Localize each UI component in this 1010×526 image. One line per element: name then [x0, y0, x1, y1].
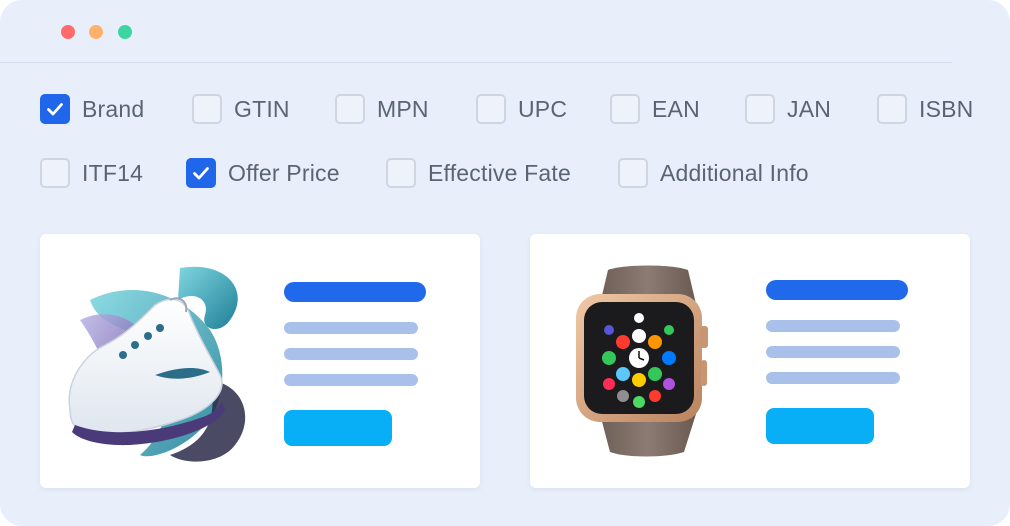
product-text-line	[766, 320, 900, 332]
title-bar	[0, 0, 1010, 63]
product-text-line	[766, 372, 900, 384]
product-text-line	[284, 348, 418, 360]
product-text-line	[284, 374, 418, 386]
product-title-placeholder	[284, 282, 426, 302]
checkbox-box[interactable]	[335, 94, 365, 124]
checkbox-box[interactable]	[610, 94, 640, 124]
filter-offer-price[interactable]: Offer Price	[186, 158, 340, 188]
smartwatch-image	[574, 264, 714, 463]
product-text-line	[284, 322, 418, 334]
sneaker-image	[60, 260, 260, 475]
checkbox-box[interactable]	[745, 94, 775, 124]
filter-itf14[interactable]: ITF14	[40, 158, 143, 188]
checkbox-box[interactable]	[40, 94, 70, 124]
product-action-button[interactable]	[766, 408, 874, 444]
filter-label: ITF14	[82, 159, 144, 186]
checkbox-box[interactable]	[40, 158, 70, 188]
filter-label: Additional Info	[660, 159, 809, 186]
product-action-button[interactable]	[284, 410, 392, 446]
filter-gtin[interactable]: GTIN	[192, 94, 290, 124]
checkbox-box[interactable]	[186, 158, 216, 188]
filter-upc[interactable]: UPC	[476, 94, 567, 124]
checkbox-box[interactable]	[476, 94, 506, 124]
filter-label: MPN	[377, 95, 429, 122]
filter-mpn[interactable]: MPN	[335, 94, 429, 124]
title-divider	[0, 62, 952, 63]
filter-label: Effective Fate	[428, 159, 572, 186]
filter-label: UPC	[518, 95, 568, 122]
filter-brand[interactable]: Brand	[40, 94, 144, 124]
product-text-line	[766, 346, 900, 358]
checkmark-icon	[193, 167, 209, 180]
app-window: Brand GTIN MPN UPC EAN JAN ISBN ITF14 Of…	[0, 0, 1010, 526]
checkbox-box[interactable]	[386, 158, 416, 188]
filter-ean[interactable]: EAN	[610, 94, 700, 124]
filter-label: EAN	[652, 95, 700, 122]
checkbox-box[interactable]	[877, 94, 907, 124]
filter-additional-info[interactable]: Additional Info	[618, 158, 809, 188]
filter-label: Brand	[82, 95, 145, 122]
product-card	[530, 234, 970, 488]
maximize-window-button[interactable]	[118, 25, 132, 39]
minimize-window-button[interactable]	[89, 25, 103, 39]
checkbox-box[interactable]	[192, 94, 222, 124]
filter-label: GTIN	[234, 95, 290, 122]
checkmark-icon	[47, 103, 63, 116]
filter-jan[interactable]: JAN	[745, 94, 831, 124]
product-title-placeholder	[766, 280, 908, 300]
filter-label: JAN	[787, 95, 832, 122]
close-window-button[interactable]	[61, 25, 75, 39]
product-card	[40, 234, 480, 488]
filter-label: Offer Price	[228, 159, 340, 186]
filter-effective-fate[interactable]: Effective Fate	[386, 158, 571, 188]
filter-label: ISBN	[919, 95, 974, 122]
checkbox-box[interactable]	[618, 158, 648, 188]
filter-isbn[interactable]: ISBN	[877, 94, 973, 124]
